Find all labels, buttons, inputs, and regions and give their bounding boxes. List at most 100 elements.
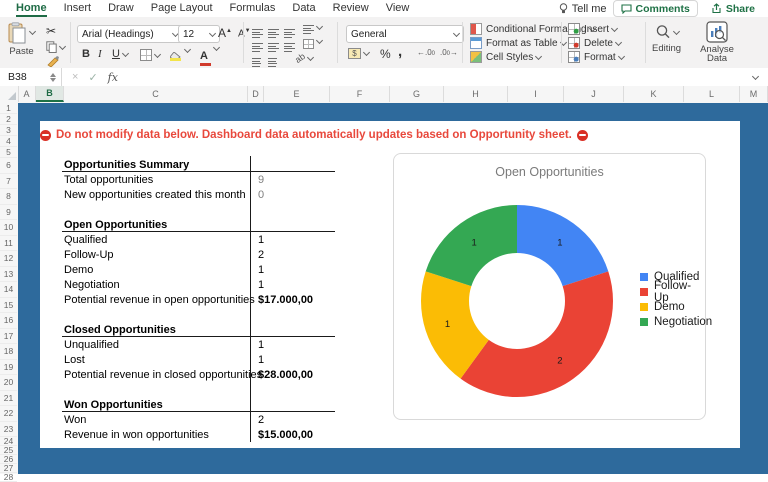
row-header-21[interactable]: 21 — [0, 391, 17, 407]
italic-button[interactable]: I — [98, 48, 102, 60]
tab-formulas[interactable]: Formulas — [230, 1, 276, 17]
row-header-3[interactable]: 3 — [0, 125, 17, 136]
formula-bar-collapse-icon[interactable] — [752, 72, 759, 79]
paste-button[interactable]: Paste — [8, 22, 35, 57]
format-as-table-button[interactable]: Format as Table — [470, 37, 566, 49]
chart-panel[interactable]: Open Opportunities 1211 QualifiedFollow-… — [393, 153, 706, 420]
column-header-B[interactable]: B — [36, 86, 64, 102]
orientation-button[interactable]: ab — [295, 53, 313, 63]
column-header-G[interactable]: G — [390, 86, 444, 102]
cut-icon[interactable]: ✂ — [46, 24, 56, 38]
share-button[interactable]: Share — [704, 1, 762, 16]
accounting-format-button[interactable]: $ — [348, 48, 369, 59]
donut-slice-follow-up[interactable] — [461, 271, 613, 397]
metric-label: Revenue in won opportunities — [64, 427, 209, 442]
name-box-stepper[interactable] — [50, 73, 56, 82]
row-header-8[interactable]: 8 — [0, 189, 17, 205]
borders-button[interactable] — [140, 49, 160, 61]
column-header-J[interactable]: J — [564, 86, 624, 102]
legend-item-follow-up[interactable]: Follow-Up — [640, 285, 705, 298]
donut-slice-qualified[interactable] — [517, 205, 608, 286]
format-painter-icon[interactable] — [47, 55, 60, 67]
row-header-13[interactable]: 13 — [0, 267, 17, 283]
copy-chevron-icon[interactable] — [59, 42, 66, 49]
font-color-button[interactable]: A — [200, 46, 219, 64]
copy-button[interactable] — [46, 41, 65, 53]
tab-data[interactable]: Data — [292, 1, 315, 17]
increase-decimal-button[interactable]: ←.00 — [417, 48, 435, 57]
bold-button[interactable]: B — [82, 48, 90, 60]
font-name-select[interactable]: Arial (Headings) — [77, 25, 183, 43]
select-all-corner[interactable] — [0, 86, 19, 102]
section-title: Closed Opportunities — [64, 322, 176, 337]
row-header-15[interactable]: 15 — [0, 298, 17, 314]
fill-color-button[interactable] — [170, 48, 190, 60]
row-header-19[interactable]: 19 — [0, 360, 17, 376]
cells-area[interactable]: Do not modify data below. Dashboard data… — [18, 103, 768, 474]
tab-insert[interactable]: Insert — [64, 1, 92, 17]
number-format-select[interactable]: General — [346, 25, 464, 43]
column-header-H[interactable]: H — [444, 86, 508, 102]
percent-button[interactable]: % — [380, 47, 391, 61]
row-header-4[interactable]: 4 — [0, 136, 17, 147]
insert-function-icon[interactable]: fx — [108, 71, 118, 84]
section-underline — [62, 411, 335, 412]
editing-button[interactable]: Editing — [652, 24, 681, 54]
column-header-L[interactable]: L — [684, 86, 740, 102]
column-header-E[interactable]: E — [264, 86, 330, 102]
merge-button[interactable] — [303, 39, 322, 49]
format-cells-button[interactable]: Format — [568, 51, 624, 63]
orientation-chevron-icon — [307, 53, 314, 60]
row-header-10[interactable]: 10 — [0, 220, 17, 236]
column-header-D[interactable]: D — [248, 86, 264, 102]
row-header-9[interactable]: 9 — [0, 205, 17, 221]
tab-page-layout[interactable]: Page Layout — [151, 1, 213, 17]
insert-cells-button[interactable]: Insert — [568, 23, 617, 35]
underline-button[interactable]: U — [112, 48, 128, 60]
align-right-icon[interactable] — [284, 39, 295, 57]
row-header-22[interactable]: 22 — [0, 406, 17, 422]
tab-view[interactable]: View — [386, 1, 410, 17]
row-header-18[interactable]: 18 — [0, 344, 17, 360]
delete-cells-button[interactable]: Delete — [568, 37, 621, 49]
tell-me[interactable]: Tell me — [559, 3, 607, 15]
row-header-6[interactable]: 6 — [0, 158, 17, 174]
column-header-I[interactable]: I — [508, 86, 564, 102]
row-header-7[interactable]: 7 — [0, 174, 17, 190]
number-format-value: General — [351, 29, 387, 40]
name-box[interactable]: B38 — [0, 68, 62, 86]
row-header-17[interactable]: 17 — [0, 329, 17, 345]
row-header-11[interactable]: 11 — [0, 236, 17, 252]
legend-item-demo[interactable]: Demo — [640, 300, 685, 313]
paste-chevron-icon[interactable] — [29, 28, 36, 35]
cell-styles-button[interactable]: Cell Styles — [470, 51, 541, 63]
legend-item-negotiation[interactable]: Negotiation — [640, 315, 712, 328]
row-header-28[interactable]: 28 — [0, 473, 17, 482]
tab-review[interactable]: Review — [333, 1, 369, 17]
confirm-entry-icon[interactable]: ✓ — [88, 71, 97, 84]
row-header-20[interactable]: 20 — [0, 375, 17, 391]
row-header-2[interactable]: 2 — [0, 114, 17, 125]
row-header-5[interactable]: 5 — [0, 147, 17, 158]
row-header-14[interactable]: 14 — [0, 282, 17, 298]
column-header-A[interactable]: A — [18, 86, 36, 102]
row-header-23[interactable]: 23 — [0, 422, 17, 438]
column-header-C[interactable]: C — [64, 86, 248, 102]
wrap-text-button[interactable] — [303, 25, 322, 34]
comments-button[interactable]: Comments — [613, 0, 698, 17]
tab-home[interactable]: Home — [16, 1, 47, 17]
column-header-M[interactable]: M — [740, 86, 768, 102]
tab-draw[interactable]: Draw — [108, 1, 134, 17]
column-header-F[interactable]: F — [330, 86, 390, 102]
decrease-decimal-button[interactable]: .00→ — [440, 48, 458, 57]
row-header-1[interactable]: 1 — [0, 103, 17, 114]
row-header-12[interactable]: 12 — [0, 251, 17, 267]
decrease-font-button[interactable]: A▼ — [238, 28, 251, 39]
comma-button[interactable]: , — [398, 43, 402, 60]
cancel-entry-icon[interactable]: × — [72, 71, 78, 83]
row-header-16[interactable]: 16 — [0, 313, 17, 329]
column-header-K[interactable]: K — [624, 86, 684, 102]
analyse-data-button[interactable]: Analyse Data — [694, 21, 740, 63]
font-size-select[interactable]: 12 — [178, 25, 220, 43]
increase-font-button[interactable]: A▲ — [218, 26, 232, 40]
